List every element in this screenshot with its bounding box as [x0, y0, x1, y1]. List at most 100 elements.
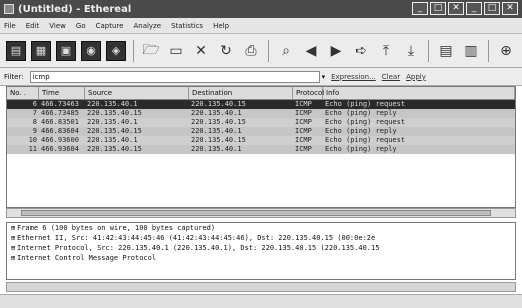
expand-icon[interactable]: ⊞ [9, 233, 17, 243]
packet-details[interactable]: ⊞ Frame 6 (100 bytes on wire, 100 bytes c… [6, 222, 516, 280]
packet-source: 220.135.40.15 [87, 109, 142, 117]
column-time[interactable]: Time [39, 87, 85, 99]
packet-rows: 6 466.73463 220.135.40.1 220.135.40.15 ICMP E… [7, 100, 515, 154]
title-bar: (Untitled) - Ethereal _ □ ✕ _ □ ✕ [0, 0, 522, 18]
detail-text: Internet Control Message Protocol [17, 254, 157, 262]
packet-info: Echo (ping) reply [325, 145, 397, 153]
window-title: (Untitled) - Ethereal [18, 3, 132, 15]
save-icon[interactable]: ▭ [166, 41, 186, 61]
restart-icon[interactable]: ◈ [106, 40, 126, 61]
column-destination[interactable]: Destination [189, 87, 293, 99]
detail-row[interactable]: ⊞ Internet Protocol, Src: 220.135.40.1 (2… [7, 243, 515, 253]
top-icon[interactable]: ⤒ [376, 41, 396, 61]
detail-row[interactable]: ⊞ Ethernet II, Src: 41:42:43:44:45:46 (41… [7, 233, 515, 243]
options-icon[interactable]: ▦ [31, 40, 51, 61]
print-icon[interactable]: ⎙ [241, 41, 261, 61]
packet-info: Echo (ping) request [325, 118, 406, 126]
window-controls: _ □ ✕ _ □ ✕ [412, 2, 518, 15]
packet-source: 220.135.40.1 [87, 136, 138, 144]
packet-no: 10 [28, 136, 37, 144]
packet-destination: 220.135.40.15 [191, 118, 246, 126]
close-button[interactable]: ✕ [448, 2, 464, 15]
app-icon [4, 4, 14, 14]
detail-rows: ⊞ Frame 6 (100 bytes on wire, 100 bytes c… [7, 223, 515, 263]
open-icon[interactable]: 🗁 [141, 41, 161, 61]
toolbar-separator [488, 39, 489, 62]
filter-dropdown-icon[interactable]: ▾ [322, 73, 326, 81]
menu-go[interactable]: Go [76, 22, 86, 30]
close-icon[interactable]: ✕ [191, 41, 211, 61]
menu-view[interactable]: View [49, 22, 66, 30]
back-icon[interactable]: ◀ [301, 41, 321, 61]
detail-row[interactable]: ⊞ Internet Control Message Protocol [7, 253, 515, 263]
packet-time: 466.83501 [41, 118, 79, 126]
reload-icon[interactable]: ↻ [216, 41, 236, 61]
packet-no: 11 [28, 145, 37, 153]
goto-icon[interactable]: ➪ [351, 41, 371, 61]
menu-help[interactable]: Help [213, 22, 229, 30]
menu-edit[interactable]: Edit [26, 22, 40, 30]
find-icon[interactable]: ⌕ [276, 41, 296, 61]
maximize-button[interactable]: □ [430, 2, 446, 15]
packet-protocol: ICMP [295, 109, 312, 117]
packet-destination: 220.135.40.15 [191, 100, 246, 108]
column-source[interactable]: Source [85, 87, 189, 99]
packet-source: 220.135.40.1 [87, 118, 138, 126]
colorize-icon[interactable]: ▤ [436, 41, 456, 61]
menu-analyze[interactable]: Analyze [133, 22, 161, 30]
bottom-icon[interactable]: ⤓ [401, 41, 421, 61]
apply-button[interactable]: Apply [406, 73, 426, 81]
expand-icon[interactable]: ⊞ [9, 253, 17, 263]
packet-protocol: ICMP [295, 100, 312, 108]
details-scrollbar[interactable] [6, 282, 516, 292]
column-info[interactable]: Info [323, 87, 515, 99]
packet-protocol: ICMP [295, 145, 312, 153]
stop-icon[interactable]: ◉ [81, 40, 101, 61]
filter-bar: Filter: icmp ▾ Expression... Clear Apply [0, 68, 522, 86]
packet-no: 8 [32, 118, 37, 126]
column-protocol[interactable]: Protocol [293, 87, 324, 99]
scrollbar-thumb[interactable] [21, 210, 491, 216]
minimize-button-2[interactable]: _ [466, 2, 482, 15]
expand-icon[interactable]: ⊞ [9, 243, 17, 253]
table-row[interactable]: 11 466.93604 220.135.40.15 220.135.40.1 ICMP… [7, 145, 515, 154]
packet-no: 9 [32, 127, 37, 135]
menu-bar: File Edit View Go Capture Analyze Statis… [0, 18, 522, 34]
filter-input[interactable]: icmp [29, 70, 320, 83]
packet-destination: 220.135.40.1 [191, 109, 242, 117]
close-button-2[interactable]: ✕ [502, 2, 518, 15]
packet-destination: 220.135.40.1 [191, 127, 242, 135]
menu-statistics[interactable]: Statistics [171, 22, 203, 30]
toolbar-separator [133, 39, 134, 62]
table-row[interactable]: 10 466.93600 220.135.40.1 220.135.40.15 ICMP… [7, 136, 515, 145]
table-row[interactable]: 9 466.83604 220.135.40.15 220.135.40.1 ICMP E… [7, 127, 515, 136]
clear-button[interactable]: Clear [382, 73, 400, 81]
menu-capture[interactable]: Capture [96, 22, 124, 30]
autoscroll-icon[interactable]: ▥ [461, 41, 481, 61]
zoom-in-icon[interactable]: ⊕ [496, 41, 516, 61]
packet-list-scrollbar[interactable] [6, 208, 516, 218]
table-row[interactable]: 8 466.83501 220.135.40.1 220.135.40.15 ICMP E… [7, 118, 515, 127]
packet-time: 466.93600 [41, 136, 79, 144]
detail-text: Internet Protocol, Src: 220.135.40.1 (22… [17, 244, 380, 252]
start-icon[interactable]: ▣ [56, 40, 76, 61]
packet-info: Echo (ping) reply [325, 127, 397, 135]
column-no[interactable]: No. . [7, 87, 39, 99]
forward-icon[interactable]: ▶ [326, 41, 346, 61]
packet-list-header: No. . Time Source Destination Protocol I… [7, 87, 515, 100]
packet-protocol: ICMP [295, 136, 312, 144]
packet-info: Echo (ping) request [325, 136, 406, 144]
expression-button[interactable]: Expression... [331, 73, 376, 81]
table-row[interactable]: 7 466.73485 220.135.40.15 220.135.40.1 ICMP E… [7, 109, 515, 118]
menu-file[interactable]: File [4, 22, 16, 30]
minimize-button[interactable]: _ [412, 2, 428, 15]
status-bar [0, 294, 522, 308]
packet-protocol: ICMP [295, 118, 312, 126]
interfaces-icon[interactable]: ▤ [6, 40, 26, 61]
detail-text: Ethernet II, Src: 41:42:43:44:45:46 (41:… [17, 234, 376, 242]
expand-icon[interactable]: ⊞ [9, 223, 17, 233]
maximize-button-2[interactable]: □ [484, 2, 500, 15]
table-row[interactable]: 6 466.73463 220.135.40.1 220.135.40.15 ICMP E… [7, 100, 515, 109]
packet-list[interactable]: No. . Time Source Destination Protocol I… [6, 86, 516, 208]
detail-row[interactable]: ⊞ Frame 6 (100 bytes on wire, 100 bytes c… [7, 223, 515, 233]
